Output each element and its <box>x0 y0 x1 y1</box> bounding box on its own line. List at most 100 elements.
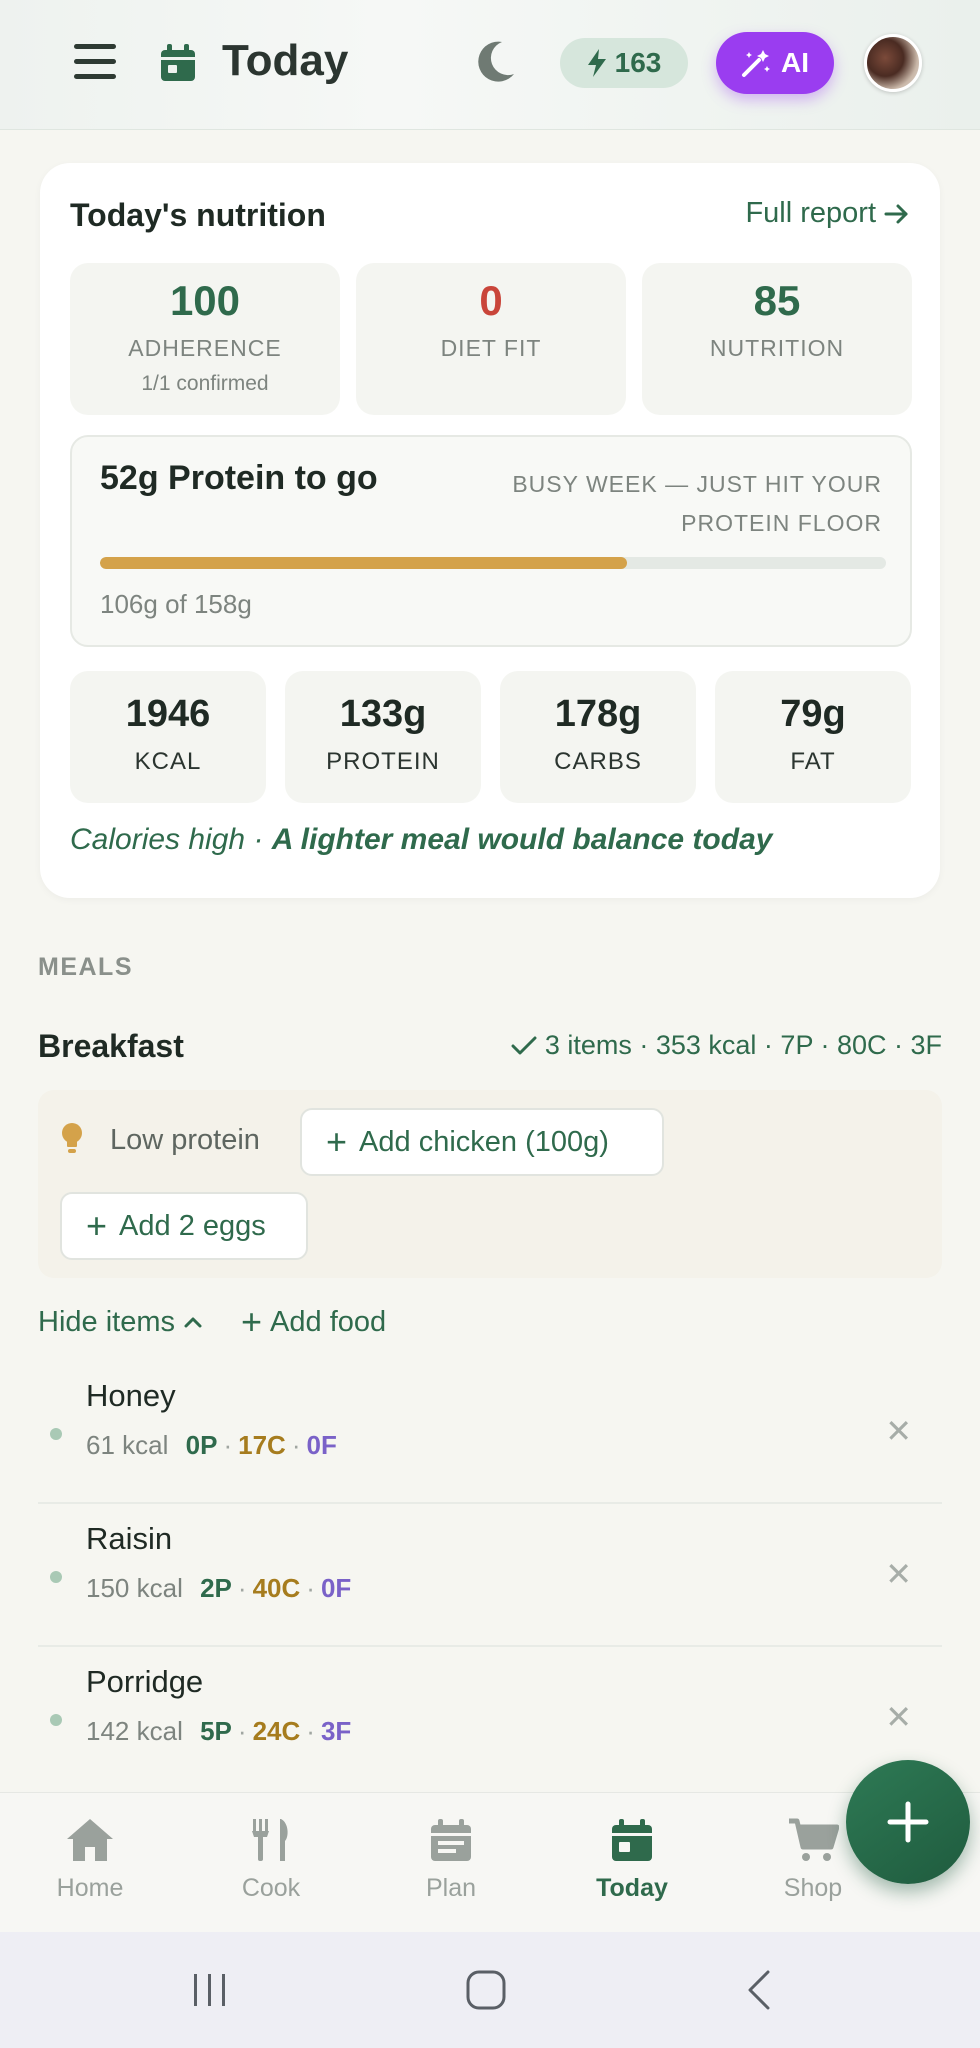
bullet-dot <box>50 1714 62 1726</box>
adherence-sub: 1/1 confirmed <box>141 372 269 395</box>
macro-fat-label: FAT <box>790 748 836 775</box>
separator: · <box>237 1573 247 1603</box>
protein-progress-bar <box>100 557 886 569</box>
food-kcal: 150 kcal <box>86 1573 183 1603</box>
calorie-advice: A lighter meal would balance today <box>271 823 773 856</box>
close-icon[interactable]: ✕ <box>885 1412 912 1450</box>
list-item[interactable]: Honey 61 kcal 0P · 17C · 0F ✕ <box>38 1362 942 1504</box>
close-icon[interactable]: ✕ <box>885 1698 912 1736</box>
adherence-value: 100 <box>169 277 241 324</box>
avatar[interactable] <box>864 34 922 92</box>
meals-section-label: MEALS <box>38 953 133 981</box>
menu-icon[interactable] <box>74 44 116 80</box>
protein-goal-panel: 52g Protein to go BUSY WEEK — JUST HIT Y… <box>70 435 912 647</box>
diet-fit-score[interactable]: 0 DIET FIT <box>356 263 626 415</box>
meal-name-breakfast[interactable]: Breakfast <box>38 1028 184 1065</box>
nav-home[interactable]: Home <box>20 1817 160 1903</box>
nutrition-card: Today's nutrition Full report 100 ADHERE… <box>40 163 940 898</box>
hide-items-label: Hide items <box>38 1305 175 1338</box>
macro-kcal: 1946 KCAL <box>70 671 266 803</box>
close-icon[interactable]: ✕ <box>885 1555 912 1593</box>
macro-fat-value: 79g <box>780 693 846 735</box>
food-carbs: 17C <box>238 1430 286 1460</box>
home-button-icon[interactable] <box>464 1968 508 2012</box>
add-chicken-button[interactable]: + Add chicken (100g) <box>300 1108 664 1176</box>
food-macros: 142 kcal 5P · 24C · 3F <box>86 1716 351 1747</box>
protein-to-go: 52g Protein to go <box>100 459 378 497</box>
nav-label: Today <box>596 1874 668 1902</box>
food-carbs: 40C <box>252 1573 301 1603</box>
diet-fit-value: 0 <box>479 277 503 324</box>
nav-plan[interactable]: Plan <box>381 1817 521 1903</box>
diet-fit-label: DIET FIT <box>440 335 542 361</box>
macro-protein-value: 133g <box>339 693 427 735</box>
lightning-icon <box>587 49 606 77</box>
bullet-dot <box>50 1571 62 1583</box>
food-name: Honey <box>86 1378 176 1413</box>
full-report-label: Full report <box>745 197 876 229</box>
moon-icon[interactable] <box>476 40 516 89</box>
nutrition-label: NUTRITION <box>709 335 845 361</box>
separator: · <box>223 1430 233 1460</box>
nutrition-score[interactable]: 85 NUTRITION <box>642 263 912 415</box>
calendar-icon <box>431 1819 471 1861</box>
home-icon <box>67 1819 113 1861</box>
adherence-score[interactable]: 100 ADHERENCE 1/1 confirmed <box>70 263 340 415</box>
magic-wand-icon <box>742 50 770 77</box>
separator: · <box>237 1716 247 1746</box>
nav-label: Cook <box>241 1874 301 1902</box>
back-icon[interactable] <box>742 1968 778 2012</box>
meal-summary: 3 items · 353 kcal · 7P · 80C · 3F <box>511 1030 942 1061</box>
list-item[interactable]: Porridge 142 kcal 5P · 24C · 3F ✕ <box>38 1648 942 1790</box>
page-title: Today <box>222 36 349 85</box>
food-name: Porridge <box>86 1664 204 1699</box>
list-item[interactable]: Raisin 150 kcal 2P · 40C · 0F ✕ <box>38 1505 942 1647</box>
streak-count: 163 <box>614 47 662 78</box>
add-food-button[interactable]: + Add food <box>241 1304 386 1340</box>
full-report-link[interactable]: Full report <box>745 197 910 230</box>
bullet-dot <box>50 1428 62 1440</box>
protein-progress-text: 106g of 158g <box>100 589 252 619</box>
add-food-label: Add food <box>270 1305 387 1338</box>
food-carbs: 24C <box>252 1716 301 1746</box>
hide-items-button[interactable]: Hide items <box>38 1306 203 1339</box>
food-kcal: 142 kcal <box>86 1716 183 1746</box>
food-protein: 0P <box>185 1430 218 1460</box>
recent-apps-icon[interactable] <box>190 1970 230 2010</box>
adherence-label: ADHERENCE <box>128 335 282 361</box>
protein-note: BUSY WEEK — JUST HIT YOUR PROTEIN FLOOR <box>512 471 882 536</box>
low-protein-label: Low protein <box>110 1124 260 1156</box>
chevron-up-icon <box>184 1317 202 1328</box>
macro-carbs-label: CARBS <box>554 748 642 775</box>
macro-kcal-value: 1946 <box>125 693 211 735</box>
plus-icon: + <box>326 1121 348 1162</box>
meal-summary-text: 3 items · 353 kcal · 7P · 80C · 3F <box>544 1030 942 1060</box>
food-fat: 0F <box>320 1573 352 1603</box>
food-fat: 3F <box>320 1716 352 1746</box>
plus-icon: + <box>241 1301 263 1342</box>
macro-carbs: 178g CARBS <box>500 671 696 803</box>
nav-label: Plan <box>425 1874 477 1902</box>
nutrition-value: 85 <box>753 277 801 324</box>
macro-kcal-label: KCAL <box>134 748 202 775</box>
separator: · <box>306 1716 315 1746</box>
suggestion-panel: Low protein + Add chicken (100g) + Add 2… <box>38 1090 942 1278</box>
ai-button[interactable]: AI <box>716 32 834 94</box>
add-chicken-label: Add chicken (100g) <box>359 1125 609 1158</box>
calorie-separator: · <box>253 823 264 856</box>
add-eggs-button[interactable]: + Add 2 eggs <box>60 1192 308 1260</box>
macro-fat: 79g FAT <box>715 671 911 803</box>
nav-cook[interactable]: Cook <box>201 1817 341 1903</box>
system-nav-bar <box>0 1932 980 2048</box>
add-fab-button[interactable] <box>846 1760 970 1884</box>
check-icon <box>511 1036 537 1054</box>
card-title: Today's nutrition <box>70 197 326 233</box>
nav-label: Home <box>56 1874 124 1902</box>
streak-badge[interactable]: 163 <box>560 38 688 88</box>
protein-progress-fill <box>100 557 627 569</box>
cart-icon <box>789 1818 840 1861</box>
plus-icon: + <box>86 1205 108 1246</box>
utensils-icon <box>252 1819 288 1861</box>
nav-today[interactable]: Today <box>562 1817 702 1903</box>
food-fat: 0F <box>306 1430 337 1460</box>
